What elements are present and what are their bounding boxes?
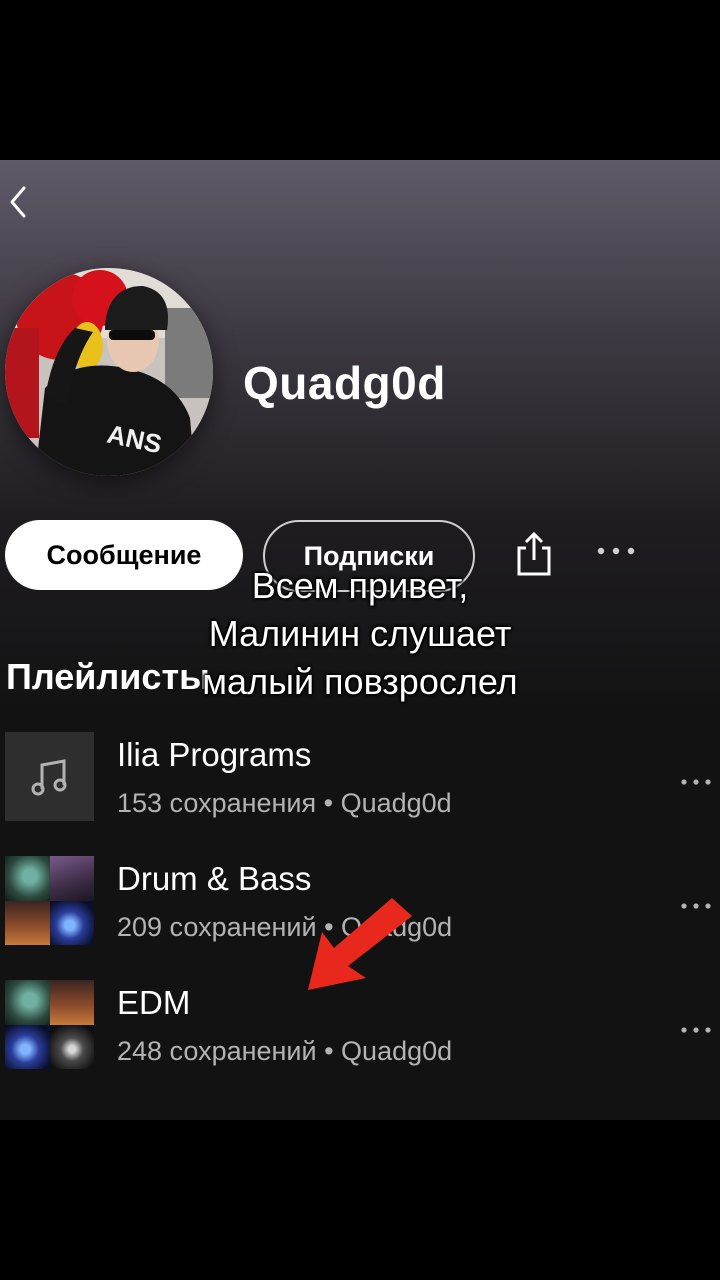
- playlist-title: Ilia Programs: [117, 736, 312, 773]
- playlist-title: EDM: [117, 984, 191, 1021]
- more-horizontal-icon: [597, 547, 635, 555]
- playlist-subtitle: 153 сохранения • Quadg0d: [117, 788, 452, 818]
- chevron-left-icon: [10, 186, 26, 218]
- playlist-more-button[interactable]: [680, 774, 712, 785]
- profile-screen: ANS Quadg0d Сообщение Подписки Плейлисты…: [0, 160, 720, 1120]
- top-letterbox: [0, 0, 720, 160]
- more-options-button[interactable]: [596, 544, 636, 558]
- back-button[interactable]: [4, 184, 36, 220]
- playlist-cover: [5, 732, 94, 821]
- profile-name: Quadg0d: [243, 357, 446, 409]
- more-horizontal-icon: [681, 1027, 711, 1033]
- playlist-cover: [5, 980, 94, 1069]
- music-note-icon: [31, 758, 66, 795]
- caption-line: Всем привет,: [251, 565, 469, 606]
- red-arrow-icon: [308, 898, 412, 990]
- playlist-row[interactable]: Ilia Programs 153 сохранения • Quadg0d: [0, 732, 720, 824]
- playlist-title: Drum & Bass: [117, 860, 312, 897]
- playlist-subtitle: 248 сохранений • Quadg0d: [117, 1036, 453, 1066]
- avatar: ANS: [5, 268, 213, 476]
- caption-line: Малинин слушает: [208, 613, 512, 654]
- bottom-letterbox: [0, 1120, 720, 1280]
- more-horizontal-icon: [681, 903, 711, 909]
- more-horizontal-icon: [681, 779, 711, 785]
- playlist-more-button[interactable]: [680, 898, 712, 909]
- playlist-cover: [5, 856, 94, 945]
- playlist-more-button[interactable]: [680, 1022, 712, 1033]
- video-caption: Всем привет, Малинин слушает малый повзр…: [150, 562, 570, 706]
- caption-line: малый повзрослел: [202, 661, 518, 702]
